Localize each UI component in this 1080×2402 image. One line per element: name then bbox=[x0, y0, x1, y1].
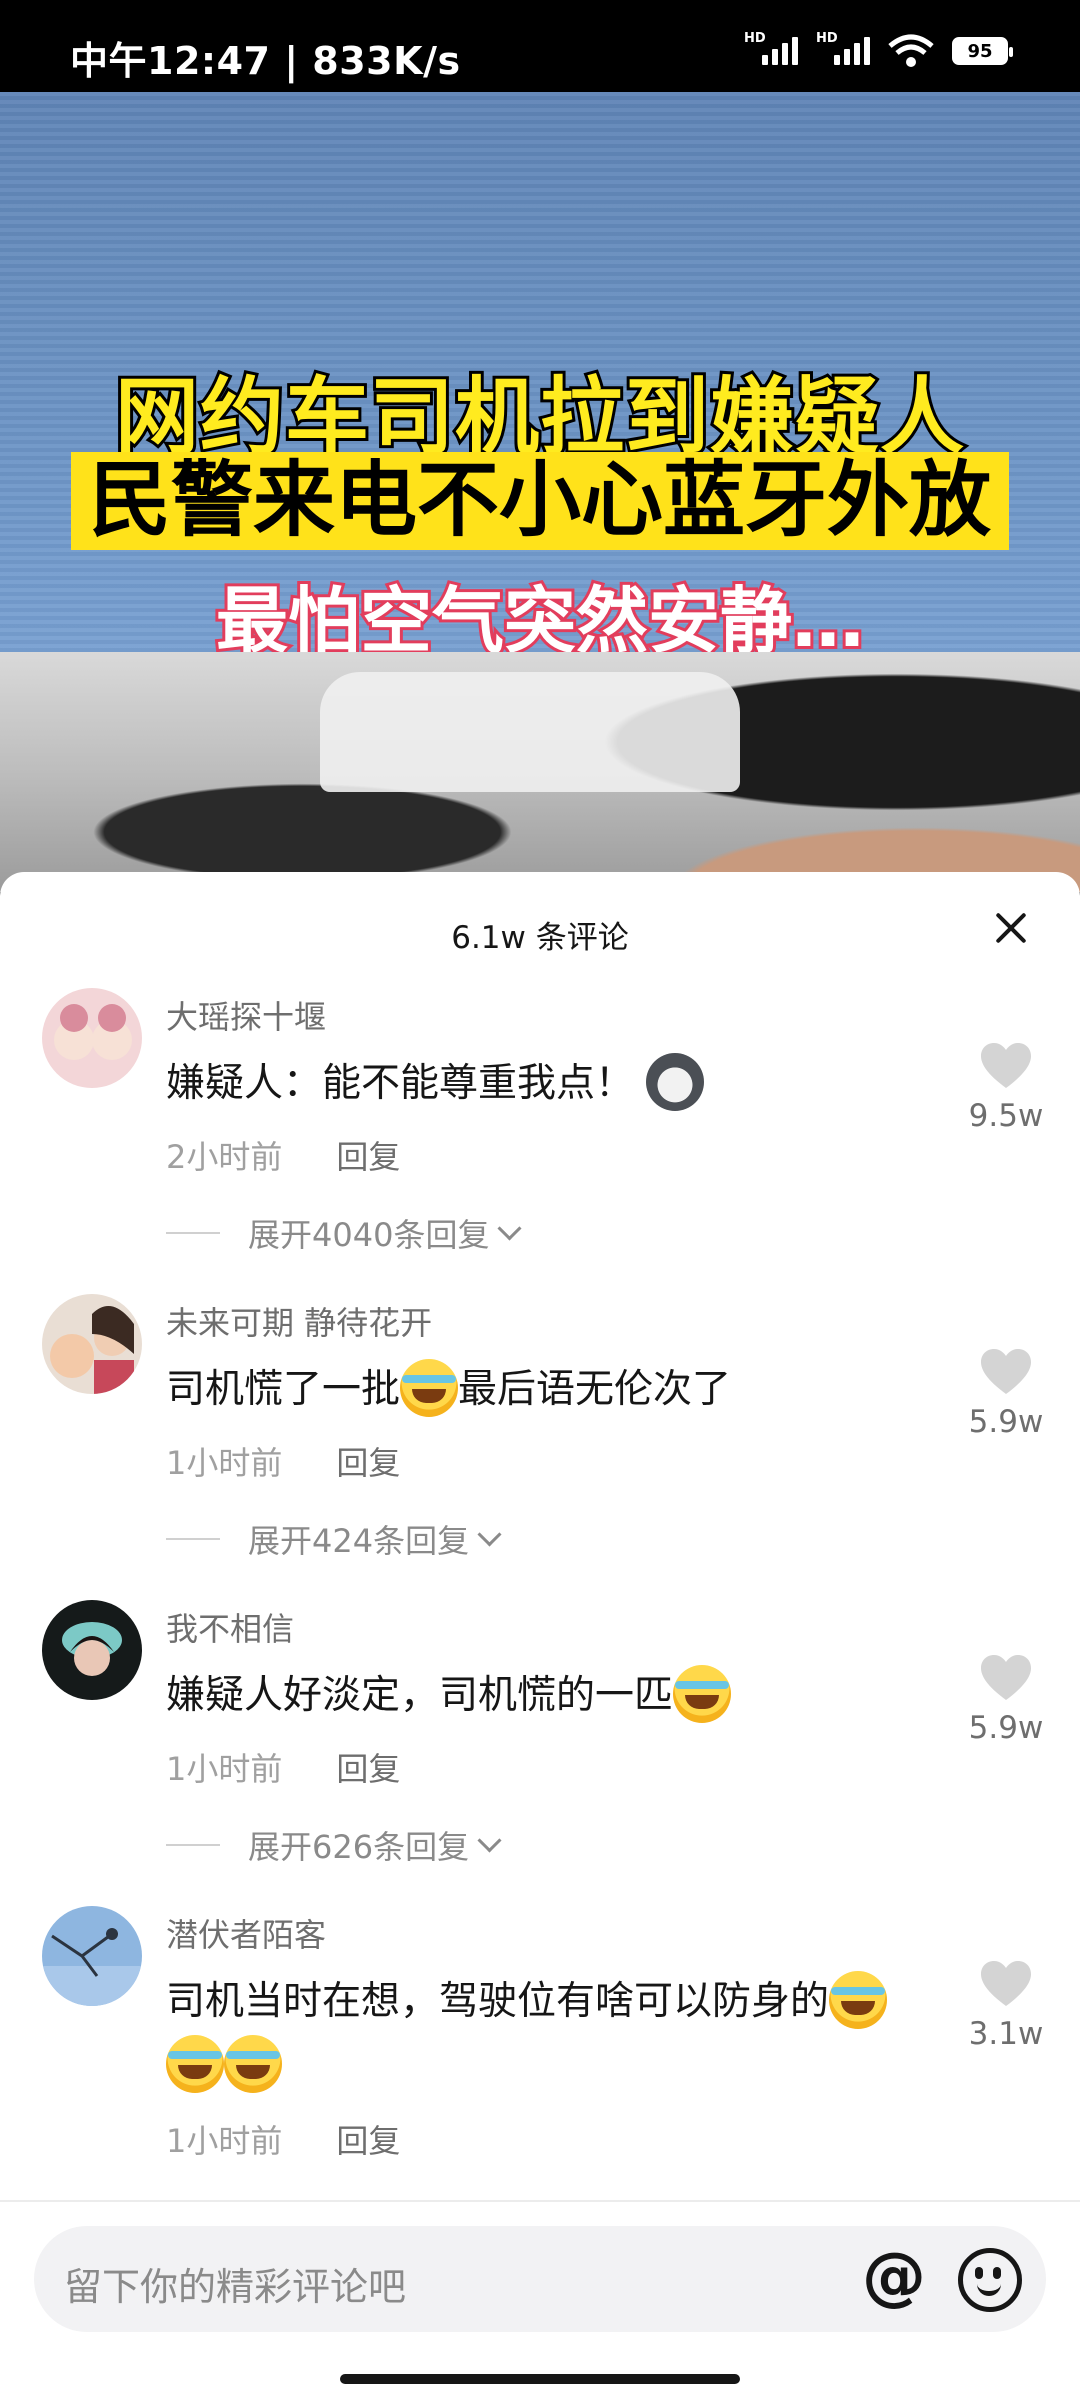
comment-input-bar: 留下你的精彩评论吧 @ bbox=[0, 2200, 1080, 2402]
battery-icon: 95 bbox=[952, 37, 1013, 65]
like-button[interactable]: 5.9w bbox=[956, 1654, 1056, 1746]
comment-input[interactable]: 留下你的精彩评论吧 @ bbox=[34, 2226, 1046, 2332]
laughing-crying-emoji bbox=[400, 1358, 459, 1417]
expand-replies[interactable]: 展开626条回复 bbox=[166, 1822, 502, 1868]
avatar[interactable] bbox=[42, 988, 142, 1088]
chevron-down-icon bbox=[477, 1827, 502, 1853]
comment-text: 司机当时在想，驾驶位有啥可以防身的 bbox=[166, 1970, 926, 2098]
home-indicator[interactable] bbox=[340, 2374, 740, 2384]
like-button[interactable]: 5.9w bbox=[956, 1348, 1056, 1440]
video-car-interior bbox=[0, 652, 1080, 892]
status-time: 中午12:47 | 833K/s bbox=[70, 39, 461, 83]
divider-line bbox=[166, 1232, 220, 1234]
comment-text: 嫌疑人：能不能尊重我点！ bbox=[166, 1052, 926, 1116]
reply-button[interactable]: 回复 bbox=[336, 1138, 400, 1176]
like-button[interactable]: 9.5w bbox=[956, 1042, 1056, 1134]
comment-text: 嫌疑人好淡定，司机慌的一匹 bbox=[166, 1664, 926, 1728]
reply-button[interactable]: 回复 bbox=[336, 1750, 400, 1788]
like-count: 5.9w bbox=[968, 1404, 1044, 1440]
like-count: 3.1w bbox=[968, 2016, 1044, 2052]
status-bar: 中午12:47 | 833K/s HD HD 95 bbox=[0, 0, 1080, 92]
laughing-crying-emoji bbox=[829, 1970, 888, 2029]
comment-time: 2小时前 bbox=[166, 1138, 283, 1176]
comment-username[interactable]: 未来可期 静待花开 bbox=[166, 1298, 432, 1344]
comment-username[interactable]: 我不相信 bbox=[166, 1604, 294, 1650]
reply-button[interactable]: 回复 bbox=[336, 2122, 400, 2160]
heart-icon bbox=[981, 1349, 1031, 1394]
comment-time: 1小时前 bbox=[166, 1750, 283, 1788]
husky-dog-emoji bbox=[646, 1052, 705, 1111]
comment-username[interactable]: 大瑶探十堰 bbox=[166, 992, 326, 1038]
comment-meta: 1小时前 回复 bbox=[166, 1744, 400, 1790]
avatar[interactable] bbox=[42, 1294, 142, 1394]
comments-sheet: 6.1w 条评论 大瑶探十堰 嫌疑人：能不能尊重我点！ 2小时前 回复 展开404… bbox=[0, 872, 1080, 2400]
avatar[interactable] bbox=[42, 1906, 142, 2006]
close-icon[interactable] bbox=[990, 908, 1030, 948]
laughing-crying-emoji bbox=[673, 1664, 732, 1723]
heart-icon bbox=[981, 1961, 1031, 2006]
expand-replies[interactable]: 展开424条回复 bbox=[166, 1516, 502, 1562]
emoji-icon[interactable] bbox=[958, 2248, 1022, 2312]
comment-meta: 1小时前 回复 bbox=[166, 1438, 400, 1484]
comment-meta: 1小时前 回复 bbox=[166, 2116, 400, 2162]
comment-time: 1小时前 bbox=[166, 2122, 283, 2160]
at-mention-icon[interactable]: @ bbox=[862, 2242, 926, 2312]
divider-line bbox=[166, 1844, 220, 1846]
comment-count: 6.1w 条评论 bbox=[451, 920, 629, 956]
like-count: 5.9w bbox=[968, 1710, 1044, 1746]
car-windshield bbox=[320, 672, 740, 792]
avatar[interactable] bbox=[42, 1600, 142, 1700]
comments-header: 6.1w 条评论 bbox=[0, 872, 1080, 982]
comment-username[interactable]: 潜伏者陌客 bbox=[166, 1910, 326, 1956]
signal-icon-2: HD bbox=[816, 31, 870, 65]
comment-input-placeholder: 留下你的精彩评论吧 bbox=[64, 2265, 407, 2309]
chevron-down-icon bbox=[497, 1215, 522, 1241]
comment-meta: 2小时前 回复 bbox=[166, 1132, 400, 1178]
status-icons: HD HD 95 bbox=[744, 31, 1013, 68]
comment-time: 1小时前 bbox=[166, 1444, 283, 1482]
wifi-icon bbox=[888, 34, 934, 67]
reply-button[interactable]: 回复 bbox=[336, 1444, 400, 1482]
like-count: 9.5w bbox=[968, 1098, 1044, 1134]
video-player[interactable]: 网约车司机拉到嫌疑人 民警来电不小心蓝牙外放 最怕空气突然安静… bbox=[0, 92, 1080, 892]
divider-line bbox=[166, 1538, 220, 1540]
laughing-crying-emoji bbox=[166, 2034, 224, 2093]
chevron-down-icon bbox=[477, 1521, 502, 1547]
signal-icon: HD bbox=[744, 31, 798, 65]
comment-text: 司机慌了一批 最后语无伦次了 bbox=[166, 1358, 926, 1422]
heart-icon bbox=[981, 1043, 1031, 1088]
expand-replies[interactable]: 展开4040条回复 bbox=[166, 1210, 522, 1256]
like-button[interactable]: 3.1w bbox=[956, 1960, 1056, 2052]
laughing-crying-emoji bbox=[224, 2034, 282, 2093]
heart-icon bbox=[981, 1655, 1031, 1700]
video-caption-line2: 民警来电不小心蓝牙外放 bbox=[70, 452, 1010, 551]
